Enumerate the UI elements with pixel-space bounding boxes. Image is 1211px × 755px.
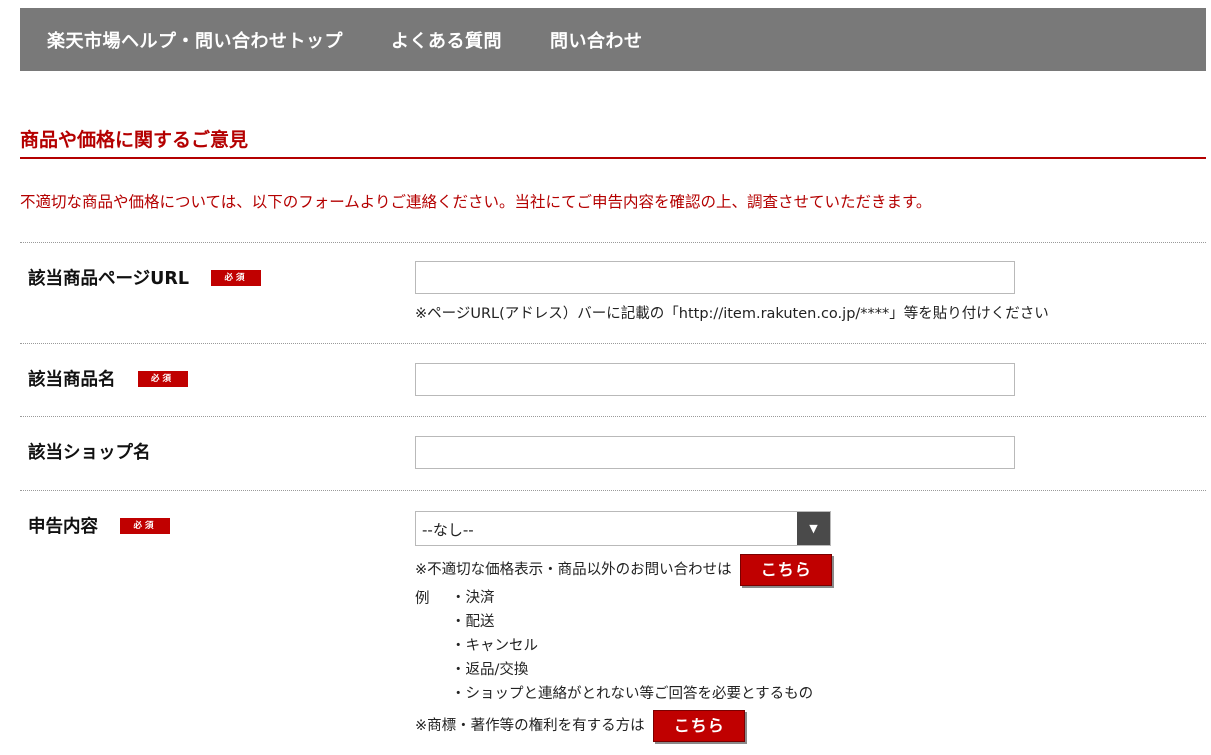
example-item: ・決済 [451,590,495,606]
report-type-selected-value: --なし-- [422,521,474,539]
product-name-input[interactable] [415,363,1015,396]
nav-faq-link[interactable]: よくある質問 [391,27,502,53]
url-label-group: 該当商品ページURL 必須 [28,265,261,290]
rights-holder-button[interactable]: こちら [653,710,746,742]
shop-name-label-group: 該当ショップ名 [28,439,151,464]
nav-help-top-link[interactable]: 楽天市場ヘルプ・問い合わせトップ [47,27,343,53]
other-inquiry-text: ※不適切な価格表示・商品以外のお問い合わせは [415,562,732,578]
other-inquiry-line: ※不適切な価格表示・商品以外のお問い合わせは こちら [415,554,833,586]
report-type-label-group: 申告内容 必須 [28,513,170,538]
example-item: ・配送 [451,614,495,630]
product-name-label: 該当商品名 [28,370,116,390]
nav-contact-link[interactable]: 問い合わせ [550,27,643,53]
shop-name-input[interactable] [415,436,1015,469]
example-item: ・返品/交換 [451,662,529,678]
shop-name-label: 該当ショップ名 [28,443,151,463]
report-type-select[interactable]: --なし-- ▼ [415,511,831,546]
form-row-url: 該当商品ページURL 必須 ※ページURL(アドレス）バーに記載の「http:/… [20,242,1206,343]
rights-holder-text: ※商標・著作等の権利を有する方は [415,718,645,734]
top-navigation: 楽天市場ヘルプ・問い合わせトップ よくある質問 問い合わせ [20,8,1206,71]
rights-holder-line: ※商標・著作等の権利を有する方は こちら [415,710,746,742]
other-inquiry-button[interactable]: こちら [740,554,833,586]
example-item: ・ショップと連絡がとれない等ご回答を必要とするもの [451,686,814,702]
examples-head: 例 [415,591,430,607]
url-hint: ※ページURL(アドレス）バーに記載の「http://item.rakuten.… [415,306,1049,322]
chevron-down-icon[interactable]: ▼ [797,512,830,545]
url-label: 該当商品ページURL [28,269,189,289]
form-row-shop-name: 該当ショップ名 [20,416,1206,490]
required-badge: 必須 [137,370,188,387]
product-name-label-group: 該当商品名 必須 [28,366,188,391]
section-title: 商品や価格に関するご意見 [20,127,1206,159]
form-row-report-type: 申告内容 必須 --なし-- ▼ ※不適切な価格表示・商品以外のお問い合わせは … [20,490,1206,755]
form-row-product-name: 該当商品名 必須 [20,343,1206,416]
required-badge: 必須 [120,517,170,534]
intro-text: 不適切な商品や価格については、以下のフォームよりご連絡ください。当社にてご申告内… [20,193,932,211]
report-type-label: 申告内容 [28,517,98,537]
example-item: ・キャンセル [451,638,538,654]
required-badge: 必須 [211,269,261,286]
url-input[interactable] [415,261,1015,294]
